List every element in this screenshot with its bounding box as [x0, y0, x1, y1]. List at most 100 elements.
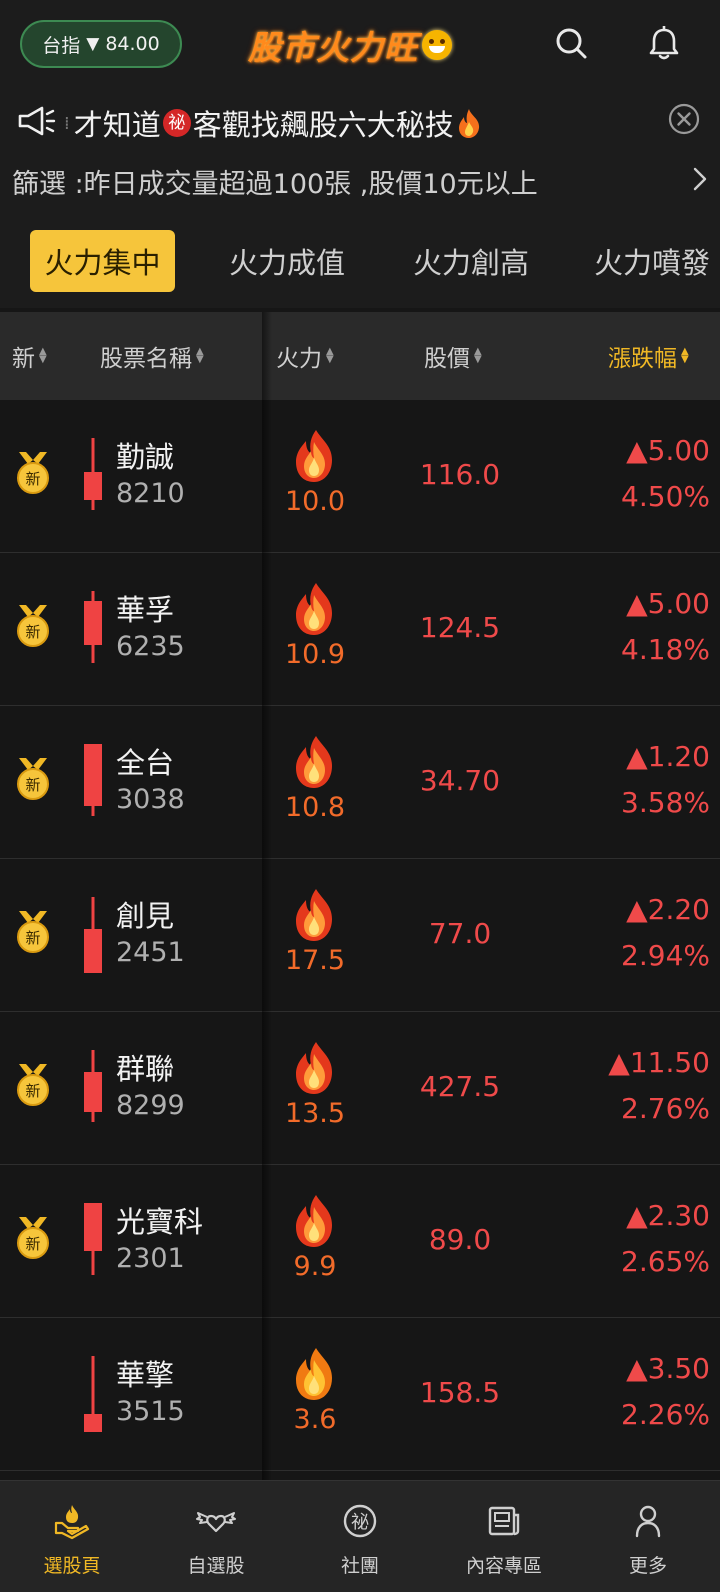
new-badge-text: 新 [25, 1235, 40, 1253]
table-row[interactable]: 新 創見 2451 17.5 77.0 ▲2.20 2.94% [0, 859, 720, 1012]
index-ticker-button[interactable]: 台指 ▼ 84.00 [20, 20, 182, 68]
down-triangle-icon: ▼ [86, 34, 100, 54]
header-name-label: 股票名稱 [100, 346, 192, 372]
chevron-right-icon[interactable] [690, 166, 710, 192]
stock-price: 34.70 [419, 764, 501, 797]
nav-content[interactable]: 內容專區 [432, 1481, 576, 1592]
header-new[interactable]: 新 ▲ ▼ [12, 312, 47, 400]
header-change-label: 漲跌幅 [608, 346, 677, 372]
price-change: ▲5.00 [626, 434, 710, 467]
logo-text: 股市火力旺 [248, 28, 418, 67]
stock-name[interactable]: 群聯 [116, 1046, 174, 1088]
price-change-value: 5.00 [647, 434, 710, 467]
header-new-label: 新 [12, 346, 35, 372]
search-icon[interactable] [552, 24, 592, 64]
nav-label: 選股頁 [43, 1555, 101, 1577]
stock-name[interactable]: 全台 [116, 740, 174, 782]
smiley-icon [422, 30, 452, 60]
candlestick-icon [84, 744, 102, 816]
price-change: ▲5.00 [626, 587, 710, 620]
strategy-tabs: 火力集中 火力成值 火力創高 火力噴發 [0, 208, 720, 308]
table-row[interactable]: 新 群聯 8299 13.5 427.5 ▲11.50 2.76% [0, 1012, 720, 1165]
fire-icon [296, 736, 332, 788]
header-fire[interactable]: 火力 ▲ ▼ [276, 312, 334, 400]
fire-icon [296, 1348, 332, 1400]
new-medal-icon: 新 [17, 758, 49, 800]
dots-icon: ⁞ [64, 112, 70, 134]
new-medal-icon: 新 [17, 452, 49, 494]
tab-fire-value[interactable]: 火力成值 [212, 230, 362, 292]
nav-label: 內容專區 [465, 1555, 542, 1577]
price-change-value: 2.30 [647, 1199, 710, 1232]
stock-price: 89.0 [428, 1223, 492, 1256]
new-badge-text: 新 [25, 623, 40, 641]
stock-name[interactable]: 光寶科 [116, 1199, 203, 1241]
up-triangle-icon: ▲ [626, 1199, 648, 1232]
price-change: ▲11.50 [608, 1046, 710, 1079]
stock-code: 6235 [116, 631, 185, 662]
hand-flame-icon [54, 1505, 90, 1540]
new-badge-text: 新 [25, 1082, 40, 1100]
stock-name[interactable]: 華擎 [116, 1352, 174, 1394]
table-row[interactable]: 新 勤誠 8210 10.0 116.0 ▲5.00 4.50% [0, 400, 720, 553]
new-medal-icon: 新 [17, 1217, 49, 1259]
price-change-percent: 4.18% [621, 633, 710, 666]
candlestick-icon [84, 1050, 102, 1122]
price-change: ▲2.20 [626, 893, 710, 926]
frozen-column-shadow [262, 312, 272, 1480]
table-row[interactable]: 華擎 3515 3.6 158.5 ▲3.50 2.26% [0, 1318, 720, 1471]
nav-community[interactable]: 祕 社團 [288, 1481, 432, 1592]
price-change-percent: 2.76% [621, 1092, 710, 1125]
price-change-value: 1.20 [647, 740, 710, 773]
sort-icon: ▲ ▼ [196, 346, 204, 365]
fire-icon [296, 430, 332, 482]
fire-icon [296, 889, 332, 941]
header-name[interactable]: 股票名稱 ▲ ▼ [100, 312, 204, 400]
price-change-value: 2.20 [647, 893, 710, 926]
price-change: ▲1.20 [626, 740, 710, 773]
stock-price: 427.5 [419, 1070, 501, 1103]
app-logo: 股市火力旺 [248, 20, 452, 70]
candlestick-icon [84, 1356, 102, 1432]
header-change[interactable]: 漲跌幅 ▲ ▼ [608, 312, 689, 400]
stock-name[interactable]: 華孚 [116, 587, 174, 629]
stock-price: 116.0 [419, 458, 501, 491]
candlestick-icon [84, 591, 102, 663]
stock-name[interactable]: 創見 [116, 893, 174, 935]
tab-fire-high[interactable]: 火力創高 [396, 230, 546, 292]
bottom-navigation: 選股頁 自選股 祕 社團 內容專區 更多 [0, 1480, 720, 1592]
candlestick-icon [84, 1203, 102, 1275]
close-icon[interactable] [668, 103, 700, 135]
fire-icon [296, 1195, 332, 1247]
index-change-value: 84.00 [105, 33, 160, 55]
promo-text[interactable]: ⁞ 才知道 祕 客觀找飆股六大秘技 [64, 102, 484, 144]
table-row[interactable]: 新 華孚 6235 10.9 124.5 ▲5.00 4.18% [0, 553, 720, 706]
stock-name[interactable]: 勤誠 [116, 434, 174, 476]
nav-stock-picker[interactable]: 選股頁 [0, 1481, 144, 1592]
fire-value: 10.8 [284, 792, 346, 823]
tab-fire-burst[interactable]: 火力噴發 [580, 230, 720, 292]
fire-value: 13.5 [284, 1098, 346, 1129]
promo-banner[interactable]: ⁞ 才知道 祕 客觀找飆股六大秘技 [0, 88, 720, 152]
sort-icon: ▲ ▼ [39, 346, 47, 365]
bell-icon[interactable] [644, 24, 684, 64]
up-triangle-icon: ▲ [608, 1046, 630, 1079]
secret-badge: 祕 [162, 109, 191, 137]
table-row[interactable]: 新 全台 3038 10.8 34.70 ▲1.20 3.58% [0, 706, 720, 859]
nav-more[interactable]: 更多 [576, 1481, 720, 1592]
header-fire-label: 火力 [276, 346, 322, 372]
table-row[interactable]: 新 光寶科 2301 9.9 89.0 ▲2.30 2.65% [0, 1165, 720, 1318]
header-price[interactable]: 股價 ▲ ▼ [424, 312, 482, 400]
new-medal-icon: 新 [17, 1064, 49, 1106]
up-triangle-icon: ▲ [626, 434, 648, 467]
sort-icon: ▲ ▼ [326, 346, 334, 365]
nav-label: 社團 [340, 1555, 379, 1577]
megaphone-icon [18, 106, 56, 136]
filter-bar[interactable]: 篩選 :昨日成交量超過100張 ,股價10元以上 [0, 152, 720, 208]
fire-icon [296, 1042, 332, 1094]
tab-fire-focus[interactable]: 火力集中 [30, 230, 175, 292]
fire-value: 9.9 [293, 1251, 337, 1282]
fire-emoji-icon [458, 109, 479, 138]
winged-heart-icon [196, 1512, 236, 1533]
nav-watchlist[interactable]: 自選股 [144, 1481, 288, 1592]
